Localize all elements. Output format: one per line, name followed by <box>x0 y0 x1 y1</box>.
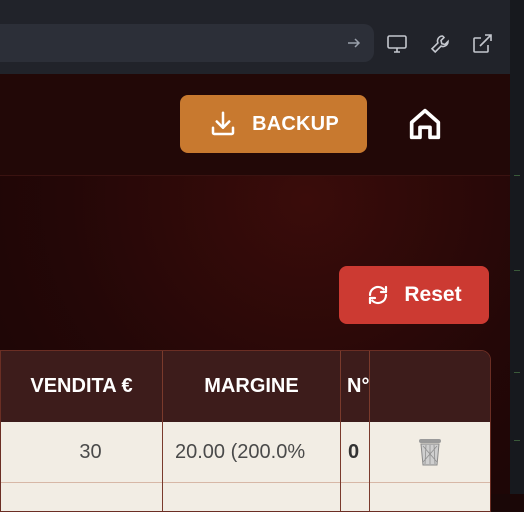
backup-label: BACKUP <box>252 112 339 135</box>
browser-toolbar <box>0 0 510 74</box>
reset-label: Reset <box>404 283 462 306</box>
address-bar[interactable] <box>0 24 374 62</box>
column-divider <box>369 351 370 511</box>
cell-actions <box>370 422 490 482</box>
column-header-actions <box>370 351 490 422</box>
table-header: VENDITA € MARGINE N° <box>1 351 490 422</box>
column-divider <box>162 351 163 511</box>
arrow-right-icon[interactable] <box>346 35 362 51</box>
row-divider <box>1 482 490 483</box>
cell-n: 0 <box>348 440 360 463</box>
external-link-icon[interactable] <box>470 32 494 56</box>
column-header-n[interactable]: N° <box>341 351 369 422</box>
column-divider <box>340 351 341 511</box>
app-header: BACKUP <box>0 74 510 176</box>
column-header-vendita[interactable]: VENDITA € <box>1 351 162 422</box>
table-body: 30 20.00 (200.0% 0 <box>1 422 490 511</box>
home-icon[interactable] <box>405 104 445 144</box>
app-content: BACKUP Reset VENDITA € MARGINE N° 30 20.… <box>0 74 510 512</box>
refresh-icon <box>369 285 388 305</box>
trash-icon[interactable] <box>417 437 443 467</box>
products-table: VENDITA € MARGINE N° 30 20.00 (200.0% 0 <box>0 350 491 512</box>
backup-button[interactable]: BACKUP <box>180 95 367 153</box>
window-edge <box>510 0 524 494</box>
cell-vendita: 30 <box>79 440 102 463</box>
monitor-icon[interactable] <box>385 32 409 56</box>
download-icon <box>211 111 235 136</box>
cell-margine: 20.00 (200.0% <box>175 440 306 463</box>
reset-button[interactable]: Reset <box>339 266 489 324</box>
column-header-margine[interactable]: MARGINE <box>163 351 340 422</box>
wrench-icon[interactable] <box>428 32 452 56</box>
